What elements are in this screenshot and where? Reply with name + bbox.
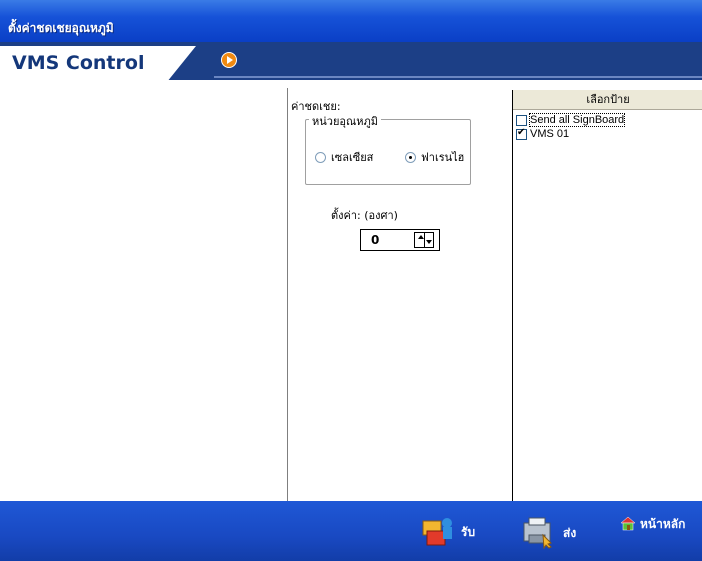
signboard-list: เลือกป้าย Send all SignBoard VMS 01	[512, 90, 702, 501]
signboard-list-header: เลือกป้าย	[513, 90, 702, 110]
value-label: ตั้งค่า: (องศา)	[331, 209, 398, 222]
header-divider	[214, 76, 702, 78]
app-header: VMS Control	[0, 42, 702, 80]
window-title: ตั้งค่าชดเชยอุณหภูมิ	[8, 21, 114, 35]
receive-button[interactable]: รับ	[419, 515, 475, 550]
brand-label: VMS Control	[12, 52, 145, 74]
radio-celsius[interactable]: เซลเซียส	[315, 148, 373, 166]
send-button[interactable]: ส่ง	[521, 515, 576, 552]
checkbox-send-all[interactable]	[516, 114, 527, 126]
play-icon[interactable]	[221, 52, 237, 68]
stepper-divider	[424, 233, 425, 247]
radio-fahrenheit-label[interactable]: ฟาเรนไฮ	[421, 148, 464, 166]
home-icon	[620, 515, 636, 534]
value-stepper[interactable]: 0	[360, 229, 440, 251]
send-icon	[521, 515, 559, 552]
list-item-vms01[interactable]: VMS 01	[516, 127, 569, 140]
left-panel	[14, 88, 288, 501]
home-label[interactable]: หน้าหลัก	[640, 515, 685, 534]
receive-icon	[419, 515, 457, 550]
stepper-down-icon[interactable]	[426, 240, 432, 244]
list-item-label[interactable]: VMS 01	[530, 128, 569, 140]
send-label[interactable]: ส่ง	[563, 524, 576, 543]
radio-fahrenheit[interactable]: ฟาเรนไฮ	[405, 148, 464, 166]
radio-fahrenheit-circle[interactable]	[405, 151, 416, 163]
list-item-send-all[interactable]: Send all SignBoard	[516, 113, 626, 127]
home-button[interactable]: หน้าหลัก	[620, 515, 685, 534]
list-item-label[interactable]: Send all SignBoard	[528, 113, 626, 127]
radio-celsius-label[interactable]: เซลเซียส	[331, 148, 373, 166]
stepper-buttons[interactable]	[414, 232, 434, 248]
receive-label[interactable]: รับ	[461, 523, 475, 542]
unit-group-label: หน่วยอุณหภูมิ	[309, 112, 381, 130]
title-bar: ตั้งค่าชดเชยอุณหภูมิ	[0, 0, 702, 42]
footer-bar: รับ ส่ง หน้าหลัก	[0, 501, 702, 561]
value-input[interactable]: 0	[371, 233, 379, 247]
radio-celsius-circle[interactable]	[315, 151, 326, 163]
checkbox-vms01[interactable]	[516, 127, 527, 140]
